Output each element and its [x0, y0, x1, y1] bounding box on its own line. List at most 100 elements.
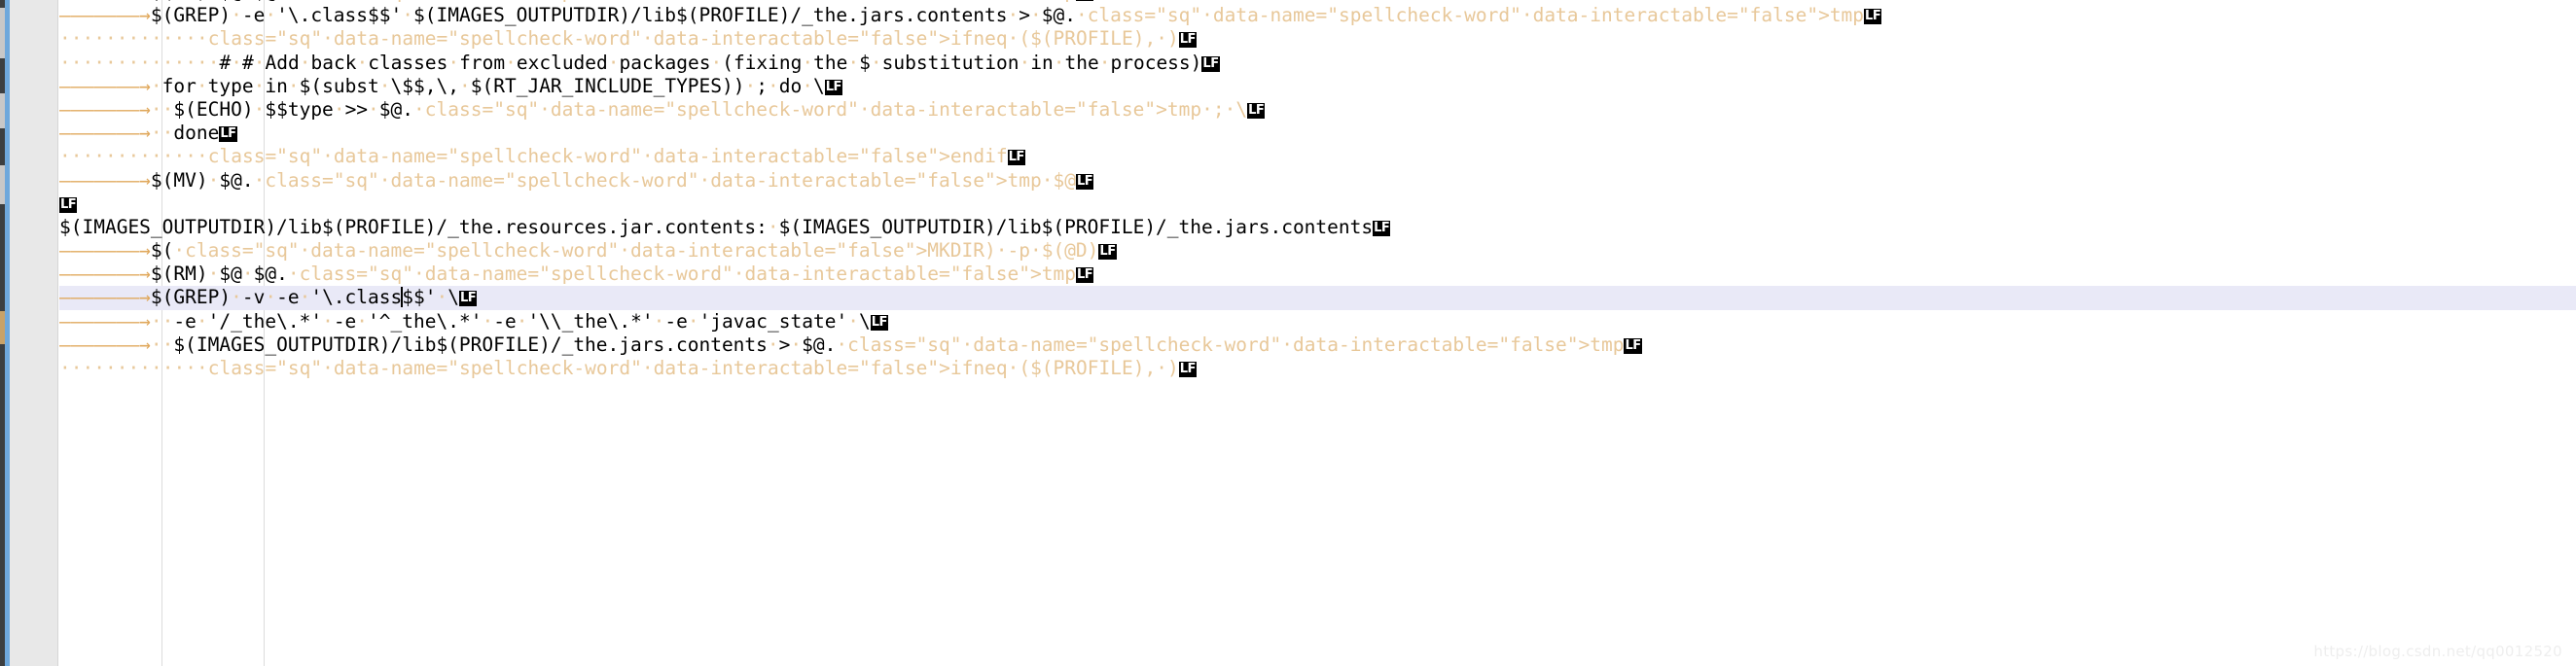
line-ending-badge: LF	[870, 314, 888, 331]
space-marker: ·	[151, 51, 162, 74]
code-lines: 267———————→$(RM)·$@·$@.·class="sq"·data-…	[59, 0, 2576, 380]
line-ending-badge: LF	[219, 126, 237, 143]
gutter-separator	[57, 0, 58, 666]
space-marker: ·	[59, 357, 71, 379]
line-content[interactable]: ———————→·for·type·in·$(subst·\$$,\,·$(RT…	[59, 75, 842, 98]
code-line[interactable]: 276LF	[59, 193, 2576, 216]
space-marker: ·	[93, 27, 105, 51]
code-line[interactable]: 272———————→··$(ECHO)·$$type·>>·$@.·class…	[59, 98, 2576, 122]
line-content[interactable]: ·············class="sq"·data-name="spell…	[59, 357, 1197, 380]
tab-marker: ———————→	[59, 74, 151, 97]
space-marker: ·	[173, 27, 186, 51]
line-content[interactable]: ·············class="sq"·data-name="spell…	[59, 27, 1197, 51]
tab-marker: ———————→	[59, 309, 151, 333]
line-number-gutter[interactable]	[10, 0, 58, 666]
space-marker: ·	[151, 27, 162, 51]
space-marker: ·	[151, 357, 162, 379]
space-marker: ·	[127, 27, 140, 51]
line-ending-badge: LF	[1247, 102, 1266, 119]
space-marker: ·	[173, 357, 186, 379]
line-ending-badge: LF	[1624, 337, 1642, 354]
line-content[interactable]: ———————→··-e·'/_the\.*'·-e·'^_the\.*'·-e…	[59, 310, 888, 333]
space-marker: ·	[185, 357, 197, 379]
space-marker: ·	[105, 145, 117, 168]
line-ending-badge: LF	[1075, 0, 1094, 1]
space-marker: ·	[127, 51, 140, 74]
watermark: https://blog.csdn.net/qq0012520	[2313, 643, 2562, 660]
code-line[interactable]: 274·············class="sq"·data-name="sp…	[59, 145, 2576, 168]
code-line[interactable]: 271———————→·for·type·in·$(subst·\$$,\,·$…	[59, 75, 2576, 98]
code-line[interactable]: 270··············#·#·Add·back·classes·fr…	[59, 52, 2576, 75]
code-line[interactable]: 283·············class="sq"·data-name="sp…	[59, 357, 2576, 380]
line-content[interactable]: ··············#·#·Add·back·classes·from·…	[59, 52, 1220, 75]
space-marker: ·	[70, 27, 83, 51]
line-ending-badge: LF	[1178, 362, 1197, 377]
code-line[interactable]: 268———————→$(GREP)·-e·'\.class$$'·$(IMAG…	[59, 4, 2576, 27]
left-tool-strip[interactable]	[0, 0, 10, 666]
space-marker: ·	[116, 145, 128, 168]
line-content[interactable]: ———————→··doneLF	[59, 122, 237, 145]
tab-marker: ———————→	[59, 333, 151, 356]
space-marker: ·	[93, 51, 105, 74]
text-caret	[401, 287, 404, 308]
space-marker: ·	[139, 27, 151, 51]
space-marker: ·	[70, 51, 83, 74]
space-marker: ·	[161, 357, 174, 379]
code-line[interactable]: 280———————→$(GREP)·-v·-e·'\.class$$'·\LF	[59, 286, 2576, 310]
space-marker: ·	[82, 51, 94, 74]
code-area[interactable]: 267———————→$(RM)·$@·$@.·class="sq"·data-…	[59, 0, 2576, 666]
space-marker: ·	[161, 122, 174, 145]
line-ending-badge: LF	[1075, 173, 1094, 190]
space-marker: ·	[207, 51, 220, 74]
code-line[interactable]: 277$(IMAGES_OUTPUTDIR)/lib$(PROFILE)/_th…	[59, 216, 2576, 239]
space-marker: ·	[185, 27, 197, 51]
space-marker: ·	[116, 51, 128, 74]
space-marker: ·	[161, 51, 174, 74]
space-marker: ·	[185, 145, 197, 168]
line-content[interactable]: LF	[59, 193, 78, 216]
space-marker: ·	[139, 357, 151, 379]
space-marker: ·	[93, 145, 105, 168]
code-line[interactable]: 281———————→··-e·'/_the\.*'·-e·'^_the\.*'…	[59, 310, 2576, 333]
space-marker: ·	[127, 357, 140, 379]
space-marker: ·	[116, 27, 128, 51]
code-line[interactable]: 279———————→$(RM)·$@·$@.·class="sq"·data-…	[59, 263, 2576, 286]
space-marker: ·	[185, 51, 197, 74]
code-line[interactable]: 269·············class="sq"·data-name="sp…	[59, 27, 2576, 51]
line-ending-badge: LF	[1178, 32, 1197, 49]
space-marker: ·	[139, 145, 151, 168]
code-line[interactable]: 282———————→··$(IMAGES_OUTPUTDIR)/lib$(PR…	[59, 333, 2576, 357]
space-marker: ·	[139, 51, 151, 74]
space-marker: ·	[161, 27, 174, 51]
line-content[interactable]: ·············class="sq"·data-name="spell…	[59, 145, 1025, 168]
line-ending-badge: LF	[1098, 244, 1117, 261]
tab-marker: ———————→	[59, 239, 151, 263]
space-marker: ·	[105, 27, 117, 51]
line-ending-badge: LF	[1007, 150, 1025, 166]
line-content[interactable]: ———————→··$(ECHO)·$$type·>>·$@.·class="s…	[59, 97, 1266, 122]
space-marker: ·	[59, 27, 71, 51]
code-line[interactable]: 278———————→$(·class="sq"·data-name="spel…	[59, 239, 2576, 263]
line-content[interactable]: ———————→$(·class="sq"·data-name="spellch…	[59, 239, 1117, 263]
line-content[interactable]: ———————→$(GREP)·-e·'\.class$$'·$(IMAGES_…	[59, 4, 1882, 27]
tab-marker: ———————→	[59, 97, 151, 121]
line-content[interactable]: ———————→$(GREP)·-v·-e·'\.class$$'·\LF	[59, 286, 478, 309]
space-marker: ·	[70, 145, 83, 168]
space-marker: ·	[150, 74, 162, 97]
space-marker: ·	[173, 145, 186, 168]
tab-marker: ———————→	[59, 4, 151, 27]
line-content[interactable]: $(IMAGES_OUTPUTDIR)/lib$(PROFILE)/_the.r…	[59, 216, 1391, 239]
space-marker: ·	[161, 145, 174, 168]
code-line[interactable]: 273———————→··doneLF	[59, 122, 2576, 145]
code-line[interactable]: 275———————→$(MV)·$@.·class="sq"·data-nam…	[59, 169, 2576, 193]
space-marker: ·	[116, 357, 128, 379]
line-content[interactable]: ———————→$(RM)·$@·$@.·class="sq"·data-nam…	[59, 263, 1094, 286]
space-marker: ·	[82, 145, 94, 168]
tab-marker: ———————→	[59, 168, 151, 192]
line-content[interactable]: ———————→··$(IMAGES_OUTPUTDIR)/lib$(PROFI…	[59, 333, 1642, 357]
line-ending-badge: LF	[1201, 55, 1220, 72]
line-content[interactable]: ———————→$(MV)·$@.·class="sq"·data-name="…	[59, 168, 1094, 193]
space-marker: ·	[161, 309, 174, 333]
space-marker: ·	[161, 97, 174, 121]
line-ending-badge: LF	[1373, 220, 1391, 236]
